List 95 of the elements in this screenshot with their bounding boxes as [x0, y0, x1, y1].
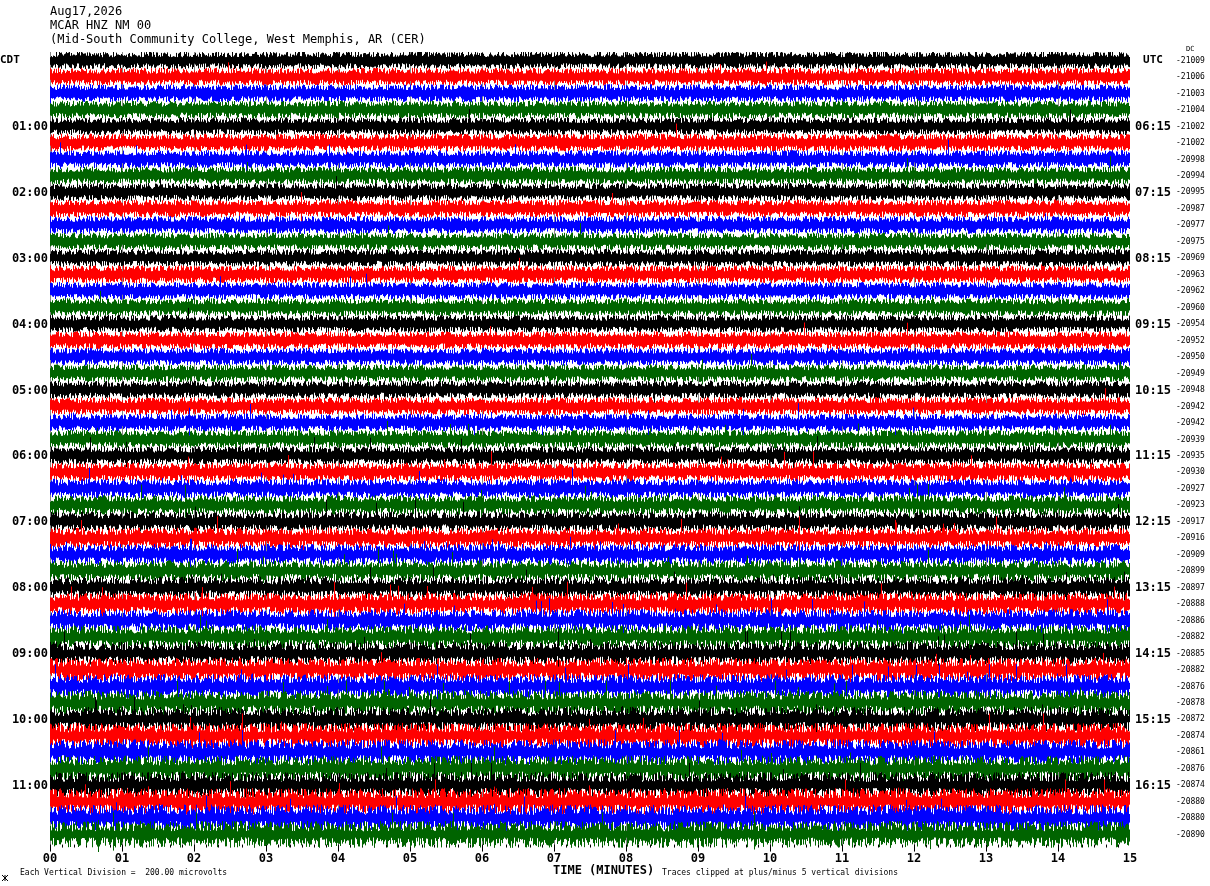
dc-value: -20888: [1176, 599, 1205, 609]
dc-value: -20882: [1176, 632, 1205, 642]
logo-icon: [2, 875, 8, 881]
dc-value: -20897: [1176, 582, 1205, 592]
dc-value: -20950: [1176, 352, 1205, 362]
tick-label: 05: [402, 851, 418, 865]
dc-value: -20935: [1176, 451, 1205, 460]
dc-value: -20948: [1176, 385, 1205, 395]
time-label: 11:00: [11, 778, 49, 791]
dc-value: -20942: [1176, 418, 1205, 428]
dc-value: -20939: [1176, 434, 1205, 444]
tick-label: 09: [690, 851, 706, 865]
time-label: 13:15: [1134, 581, 1172, 594]
time-label: 04:00: [11, 317, 49, 330]
time-label: 15:15: [1134, 713, 1172, 725]
tick-label: 14: [1050, 851, 1066, 865]
dc-value: -20962: [1176, 286, 1205, 296]
dc-value: -20876: [1176, 763, 1205, 773]
dc-value: -20927: [1176, 483, 1205, 493]
station-label: MCAR HNZ NM 00: [50, 18, 152, 32]
dc-value: -20995: [1176, 187, 1205, 197]
dc-value: -20878: [1176, 698, 1205, 707]
time-label: 03:00: [11, 251, 49, 264]
time-label: 14:15: [1134, 647, 1172, 660]
tick-label: 03: [258, 851, 274, 865]
time-label: 05:00: [11, 383, 49, 396]
dc-value: -20880: [1176, 796, 1205, 806]
tick-label: 04: [330, 851, 346, 865]
dc-value: -20923: [1176, 500, 1205, 510]
dc-value: -20916: [1176, 533, 1205, 543]
clip-note: Traces clipped at plus/minus 5 vertical divisions: [662, 868, 898, 878]
tick-label: 11: [834, 851, 850, 865]
dc-value: -20949: [1176, 368, 1205, 378]
dc-value: -20882: [1176, 665, 1205, 675]
dc-value: -20954: [1176, 319, 1205, 329]
date-label: Aug17,2026: [50, 4, 123, 18]
dc-value: -21009: [1176, 55, 1205, 65]
tick-label: 10: [762, 851, 778, 865]
time-label: 10:15: [1134, 383, 1172, 396]
location-label: (Mid-South Community College, West Memphis, AR (CER): [50, 32, 426, 46]
axis-title: TIME (MINUTES): [553, 863, 655, 877]
dc-value: -20987: [1176, 203, 1205, 213]
dc-value: -20952: [1176, 335, 1205, 345]
axis-title: CDT: [0, 54, 20, 67]
dc-value: -20899: [1176, 566, 1205, 576]
time-label: 11:15: [1134, 449, 1172, 462]
time-label: 06:15: [1134, 120, 1172, 133]
dc-value: -20874: [1176, 730, 1205, 740]
time-label: 08:15: [1134, 251, 1172, 264]
time-label: 16:15: [1134, 778, 1172, 791]
time-label: 09:15: [1134, 317, 1172, 330]
time-label: 02:00: [11, 186, 49, 198]
dc-value: -20977: [1176, 220, 1205, 230]
dc-value: -20886: [1176, 615, 1205, 625]
axis-title: UTC: [1143, 54, 1163, 67]
tick-label: 01: [114, 851, 130, 865]
time-label: 07:15: [1134, 186, 1172, 198]
time-label: 01:00: [11, 120, 49, 133]
dc-value: -20876: [1176, 681, 1205, 691]
tick-label: 15: [1122, 851, 1138, 865]
tick-label: 07: [546, 851, 562, 865]
time-label: 06:00: [11, 449, 49, 462]
time-label: 07:00: [11, 515, 49, 528]
dc-value: -20942: [1176, 401, 1205, 411]
tick-label: 00: [42, 851, 58, 865]
dc-value: -20963: [1176, 269, 1205, 279]
dc-value: -20917: [1176, 516, 1205, 526]
dc-value: -21002: [1176, 138, 1205, 148]
dc-value: -21004: [1176, 105, 1205, 115]
dc-value: -20909: [1176, 549, 1205, 559]
dc-value: -21006: [1176, 72, 1205, 82]
time-label: 10:00: [11, 713, 49, 725]
tick-label: 02: [186, 851, 202, 865]
time-label: 08:00: [11, 581, 49, 594]
dc-value: -20930: [1176, 467, 1205, 477]
dc-value: -20960: [1176, 302, 1205, 312]
scale-note: Each Vertical Division = 200.00 microvolts: [20, 868, 228, 878]
dc-value: -20874: [1176, 780, 1205, 790]
dc-value: -20890: [1176, 829, 1205, 839]
dc-value: -20994: [1176, 171, 1205, 180]
tick-label: 06: [474, 851, 490, 865]
dc-value: -20872: [1176, 714, 1205, 724]
dc-value: -20969: [1176, 253, 1205, 263]
dc-value: -20885: [1176, 648, 1205, 658]
dc-value: -20998: [1176, 154, 1205, 164]
tick-label: 08: [618, 851, 634, 865]
dc-value: -20861: [1176, 747, 1205, 757]
dc-value: -20975: [1176, 236, 1205, 246]
dc-value: -20880: [1176, 813, 1205, 823]
dc-value: -21002: [1176, 121, 1205, 131]
tick-label: 13: [978, 851, 994, 865]
time-label: 09:00: [11, 647, 49, 660]
tick-label: 12: [906, 851, 922, 865]
dc-value: -21003: [1176, 88, 1205, 98]
time-label: 12:15: [1134, 515, 1172, 528]
